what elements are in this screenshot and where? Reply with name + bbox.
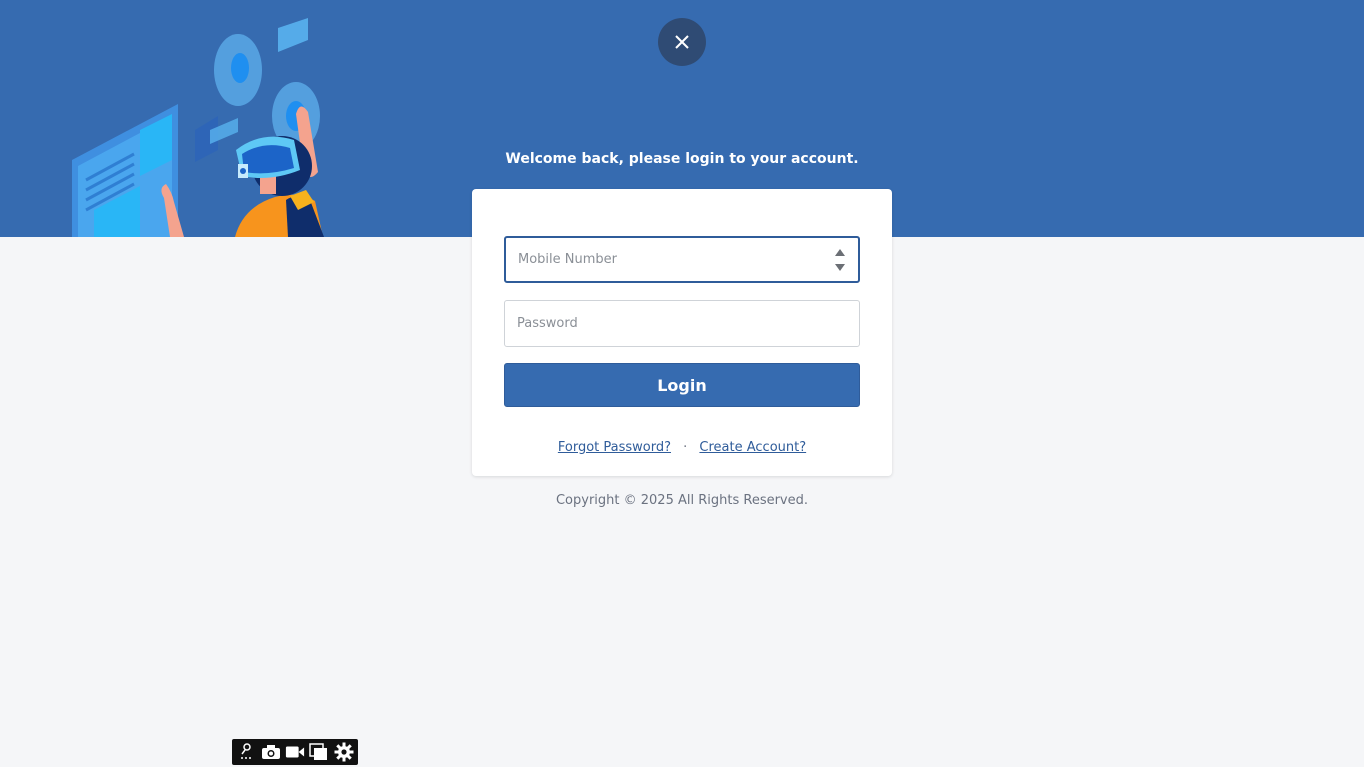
capture-toolbar — [232, 739, 358, 765]
spin-down-icon[interactable] — [835, 264, 845, 271]
link-separator: · — [683, 440, 688, 455]
login-button[interactable]: Login — [504, 363, 860, 407]
login-page: Welcome back, please login to your accou… — [0, 0, 1364, 767]
create-account-link[interactable]: Create Account? — [699, 440, 806, 455]
vr-illustration — [72, 18, 324, 237]
windows-icon[interactable] — [309, 742, 329, 762]
gear-icon[interactable] — [334, 742, 354, 762]
password-input[interactable] — [505, 301, 805, 346]
spin-up-icon[interactable] — [835, 249, 845, 256]
video-icon[interactable] — [285, 742, 305, 762]
close-button[interactable] — [658, 18, 706, 66]
number-spinner[interactable] — [834, 249, 846, 271]
close-icon — [675, 35, 689, 49]
copyright-text: Copyright © 2025 All Rights Reserved. — [555, 493, 809, 508]
mobile-number-input[interactable] — [506, 238, 806, 281]
login-card: Login Forgot Password? · Create Account? — [472, 189, 892, 476]
camera-icon[interactable] — [261, 742, 281, 762]
welcome-message: Welcome back, please login to your accou… — [505, 151, 859, 167]
mobile-number-field[interactable] — [504, 236, 860, 283]
pin-icon[interactable] — [236, 742, 256, 762]
forgot-password-link[interactable]: Forgot Password? — [558, 440, 671, 455]
password-field[interactable] — [504, 300, 860, 347]
account-links: Forgot Password? · Create Account? — [472, 440, 892, 455]
